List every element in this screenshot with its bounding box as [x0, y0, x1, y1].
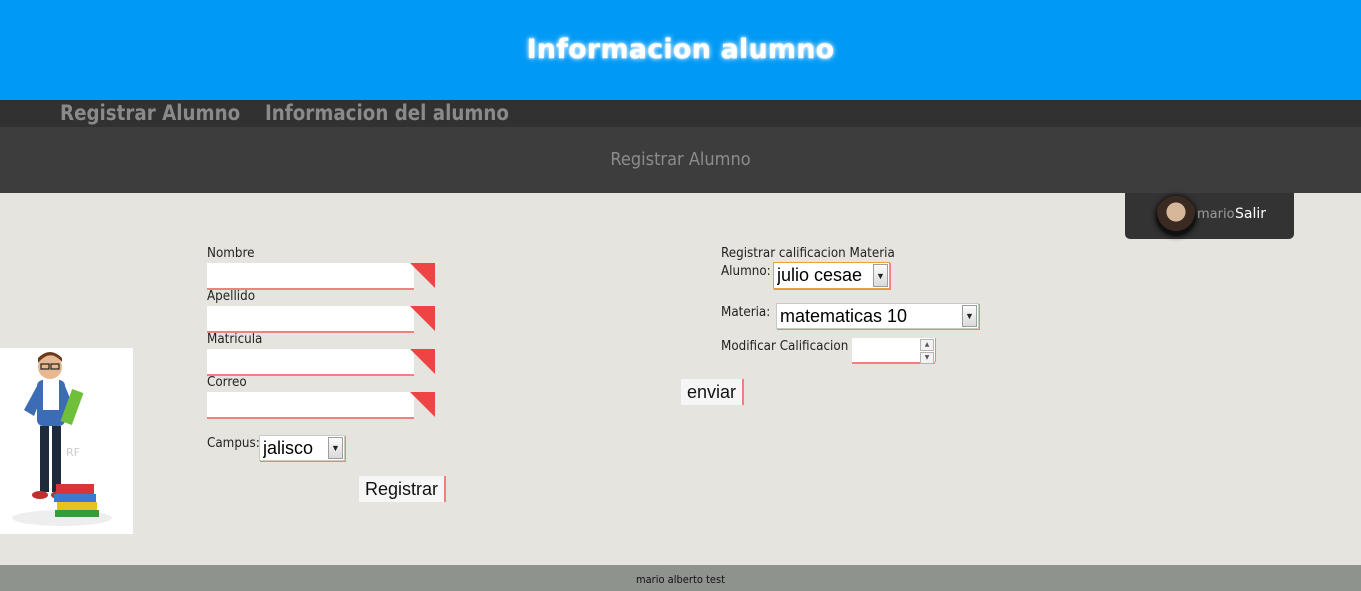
spin-buttons[interactable]: ▲ ▼ [920, 339, 934, 364]
chevron-down-icon[interactable]: ▼ [328, 437, 343, 459]
materia-selected-value: matematicas 10 [780, 306, 908, 326]
required-marker [410, 349, 435, 374]
calificacion-label: Modificar Calificacion [721, 339, 849, 354]
nombre-input[interactable] [207, 263, 414, 288]
enviar-button[interactable]: enviar [681, 379, 745, 405]
page-footer: mario alberto test [0, 565, 1361, 591]
sub-header: Registrar Alumno [0, 127, 1361, 193]
required-marker [410, 306, 435, 331]
student-figure-image: RF [12, 352, 112, 526]
matricula-input[interactable] [207, 349, 414, 374]
chevron-down-icon[interactable]: ▼ [962, 305, 977, 327]
svg-text:RF: RF [66, 446, 80, 459]
section-title: Registrar Alumno [610, 149, 751, 170]
nav-item-informacion-alumno[interactable]: Informacion del alumno [265, 101, 509, 125]
grade-form-title: Registrar calificacion Materia [721, 246, 895, 261]
materia-label: Materia: [721, 305, 771, 320]
materia-select[interactable]: matematicas 10 ▼ [776, 303, 979, 329]
apellido-label: Apellido [207, 289, 256, 304]
nav-item-registrar-alumno[interactable]: Registrar Alumno [60, 101, 240, 125]
footer-text: mario alberto test [635, 573, 726, 586]
logout-link[interactable]: Salir [1235, 206, 1266, 222]
campus-label: Campus: [207, 436, 260, 451]
avatar [1156, 196, 1196, 236]
correo-label: Correo [207, 375, 247, 390]
chevron-down-icon[interactable]: ▼ [873, 264, 888, 287]
page-header: Informacion alumno [0, 0, 1361, 100]
matricula-label: Matricula [207, 332, 263, 347]
top-nav: Registrar Alumno Informacion del alumno [0, 100, 1361, 127]
page-title: Informacion alumno [526, 33, 835, 65]
increment-icon[interactable]: ▲ [920, 339, 934, 351]
user-panel: mario Salir [1125, 193, 1294, 239]
campus-selected-value: jalisco [263, 438, 314, 458]
apellido-input[interactable] [207, 306, 414, 331]
required-marker [410, 263, 435, 288]
alumno-select[interactable]: julio cesae ▼ [773, 262, 890, 289]
decrement-icon[interactable]: ▼ [920, 352, 934, 364]
student-illustration: RF [0, 348, 133, 534]
campus-select[interactable]: jalisco ▼ [259, 435, 345, 461]
nombre-label: Nombre [207, 246, 255, 261]
alumno-selected-value: julio cesae [777, 265, 863, 285]
registrar-button[interactable]: Registrar [359, 476, 447, 502]
required-marker [410, 392, 435, 417]
username: mario [1197, 207, 1235, 222]
calificacion-stepper[interactable]: ▲ ▼ [852, 338, 935, 364]
alumno-label: Alumno: [721, 264, 771, 279]
correo-input[interactable] [207, 392, 414, 417]
